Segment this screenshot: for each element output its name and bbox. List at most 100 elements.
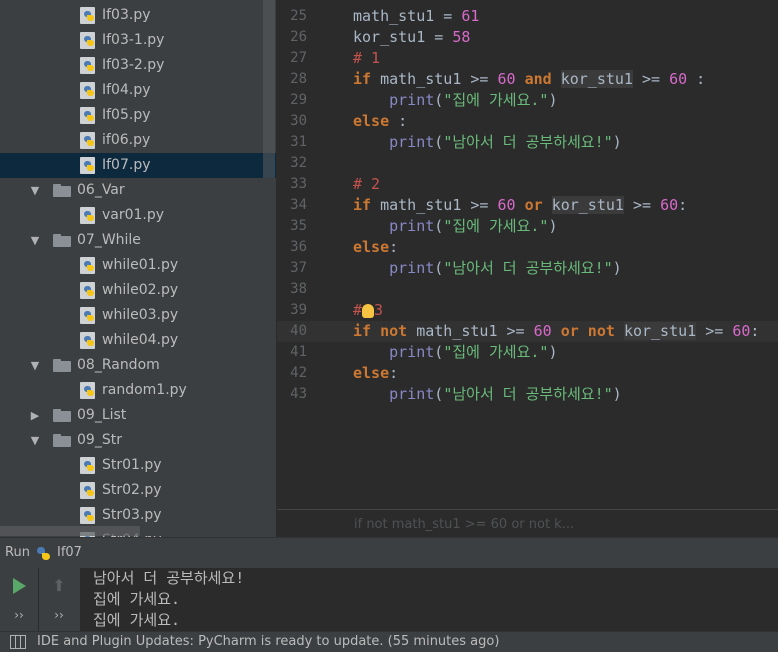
code-line[interactable]: # 2 xyxy=(353,174,380,195)
tree-scrollbar[interactable] xyxy=(263,0,275,178)
rerun-button[interactable] xyxy=(10,575,28,597)
line-number[interactable]: 28 xyxy=(277,69,307,90)
tree-file[interactable]: random1.py xyxy=(0,378,276,403)
line-number[interactable]: 34 xyxy=(277,195,307,216)
code-editor[interactable]: 25 math_stu1 = 61 26 kor_stu1 = 58 27 # 1 28 if… xyxy=(277,0,778,537)
project-tree[interactable]: If03.py If03-1.py If03-2.py If04.py If05.py i… xyxy=(0,0,276,537)
line-number[interactable]: 37 xyxy=(277,258,307,279)
tree-item-label: 07_While xyxy=(77,232,141,248)
line-number[interactable]: 38 xyxy=(277,279,307,300)
tree-file[interactable]: var01.py xyxy=(0,203,276,228)
code-token: >= xyxy=(632,70,670,88)
more-actions-button[interactable]: ›› xyxy=(49,608,69,624)
more-actions-button[interactable]: ›› xyxy=(9,608,29,624)
line-number[interactable]: 29 xyxy=(277,90,307,111)
tree-file[interactable]: if06.py xyxy=(0,128,276,153)
tree-file[interactable]: while03.py xyxy=(0,303,276,328)
tree-file[interactable]: If03-2.py xyxy=(0,53,276,78)
tree-folder[interactable]: ▶ 09_List xyxy=(0,403,276,428)
folder-icon xyxy=(53,434,71,447)
code-line[interactable]: math_stu1 = 61 xyxy=(353,6,479,27)
run-label: Run xyxy=(5,545,30,560)
tree-folder[interactable]: ▼ 07_While xyxy=(0,228,276,253)
expand-arrow-icon[interactable]: ▼ xyxy=(28,228,42,253)
console-output[interactable]: 남아서 더 공부하세요! 집에 가세요. 집에 가세요. xyxy=(93,568,244,631)
code-token: ) xyxy=(548,343,558,361)
code-line[interactable]: # 1 xyxy=(353,48,380,69)
tool-windows-icon[interactable] xyxy=(10,635,26,649)
code-line[interactable]: else : xyxy=(353,111,407,132)
code-token: if not xyxy=(353,322,417,340)
tree-folder[interactable]: ▼ 08_Random xyxy=(0,353,276,378)
code-token: else xyxy=(353,238,390,256)
lightbulb-icon[interactable] xyxy=(362,303,375,318)
code-line[interactable]: print("집에 가세요.") xyxy=(353,90,557,111)
line-number[interactable]: 36 xyxy=(277,237,307,258)
line-number[interactable]: 30 xyxy=(277,111,307,132)
tree-file[interactable]: while04.py xyxy=(0,328,276,353)
line-number[interactable]: 27 xyxy=(277,48,307,69)
tree-file[interactable]: while02.py xyxy=(0,278,276,303)
tree-folder[interactable]: ▼ 09_Str xyxy=(0,428,276,453)
tree-file[interactable]: If03.py xyxy=(0,3,276,28)
code-line[interactable]: print("남아서 더 공부하세요!") xyxy=(353,132,622,153)
tree-file[interactable]: Str03.py xyxy=(0,503,276,528)
line-number[interactable]: 40 xyxy=(277,321,307,342)
status-message[interactable]: IDE and Plugin Updates: PyCharm is ready… xyxy=(37,634,499,649)
tree-file[interactable]: If04.py xyxy=(0,78,276,103)
code-token: : xyxy=(389,364,399,382)
tree-item-label: random1.py xyxy=(102,382,187,398)
expand-arrow-icon[interactable]: ▼ xyxy=(28,353,42,378)
line-number[interactable]: 32 xyxy=(277,153,307,174)
tree-file[interactable]: while01.py xyxy=(0,253,276,278)
code-token: and xyxy=(515,70,561,88)
code-line[interactable]: print("남아서 더 공부하세요!") xyxy=(353,258,622,279)
code-line[interactable]: if not math_stu1 >= 60 or not kor_stu1 >… xyxy=(353,321,759,342)
python-file-icon xyxy=(80,107,97,124)
code-line[interactable]: if math_stu1 >= 60 and kor_stu1 >= 60 : xyxy=(353,69,705,90)
tree-file[interactable]: If07.py xyxy=(0,153,276,178)
tree-item-label: If07.py xyxy=(102,157,151,173)
code-line[interactable]: else: xyxy=(353,237,398,258)
tree-horizontal-scrollbar[interactable] xyxy=(0,526,140,536)
line-number[interactable]: 41 xyxy=(277,342,307,363)
python-file-icon xyxy=(80,382,97,399)
run-tab-label[interactable]: If07 xyxy=(57,545,82,560)
tree-file[interactable]: If03-1.py xyxy=(0,28,276,53)
tree-file[interactable]: If05.py xyxy=(0,103,276,128)
line-number[interactable]: 43 xyxy=(277,384,307,405)
tree-file[interactable]: Str01.py xyxy=(0,453,276,478)
tree-file[interactable]: Str02.py xyxy=(0,478,276,503)
folder-icon xyxy=(53,409,71,422)
line-number[interactable]: 39 xyxy=(277,300,307,321)
scroll-up-button[interactable]: ⬆ xyxy=(48,575,70,597)
tree-item-label: 09_Str xyxy=(77,432,122,448)
line-number[interactable]: 31 xyxy=(277,132,307,153)
play-icon xyxy=(13,578,26,594)
tree-folder[interactable]: ▼ 06_Var xyxy=(0,178,276,203)
code-line[interactable]: if math_stu1 >= 60 or kor_stu1 >= 60: xyxy=(353,195,687,216)
code-token: ) xyxy=(548,217,558,235)
pane-divider[interactable] xyxy=(276,0,277,537)
code-line[interactable]: kor_stu1 = 58 xyxy=(353,27,470,48)
code-token: 60 xyxy=(660,196,679,214)
code-line[interactable]: print("집에 가세요.") xyxy=(353,342,557,363)
line-number[interactable]: 25 xyxy=(277,6,307,27)
code-token: ( xyxy=(434,91,444,109)
expand-arrow-icon[interactable]: ▼ xyxy=(28,428,42,453)
line-number[interactable]: 26 xyxy=(277,27,307,48)
collapse-arrow-icon[interactable]: ▶ xyxy=(28,403,42,428)
line-number[interactable]: 35 xyxy=(277,216,307,237)
code-line[interactable]: print("집에 가세요.") xyxy=(353,216,557,237)
code-line[interactable]: else: xyxy=(353,363,398,384)
python-file-icon xyxy=(80,457,97,474)
breadcrumb[interactable]: if not math_stu1 >= 60 or not k... xyxy=(354,517,574,532)
code-line[interactable]: print("남아서 더 공부하세요!") xyxy=(353,384,622,405)
tree-item-label: while04.py xyxy=(102,332,179,348)
line-number[interactable]: 33 xyxy=(277,174,307,195)
expand-arrow-icon[interactable]: ▼ xyxy=(28,178,42,203)
code-line[interactable]: #3 xyxy=(353,300,383,321)
code-token: >= xyxy=(623,196,661,214)
line-number[interactable]: 42 xyxy=(277,363,307,384)
